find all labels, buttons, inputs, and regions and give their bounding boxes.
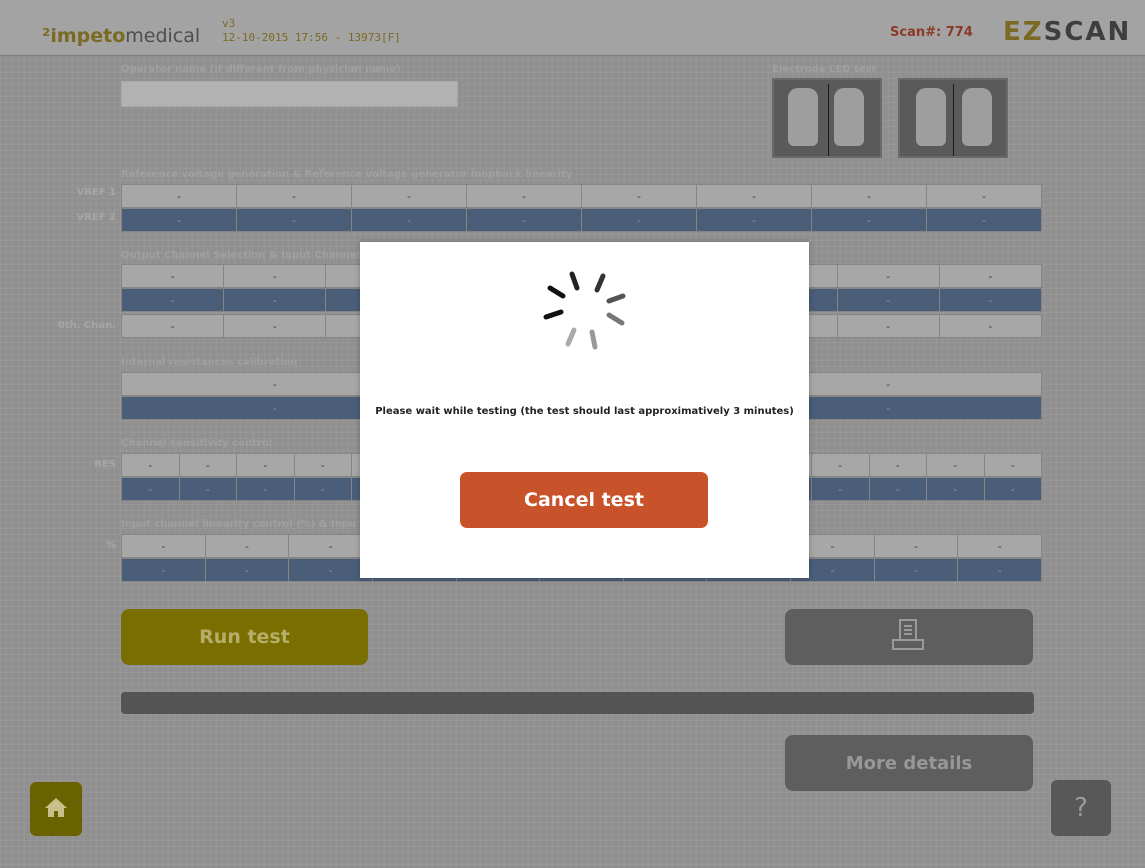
table-cell: -	[926, 208, 1042, 232]
testing-message: Please wait while testing (the test shou…	[375, 406, 794, 417]
impeto-logo: ²impetomedical	[42, 25, 201, 47]
table-cell: -	[351, 184, 467, 208]
table-cell: -	[581, 184, 697, 208]
table-cell: -	[223, 264, 327, 288]
table-cell: -	[581, 208, 697, 232]
table-cell: -	[236, 477, 295, 501]
electrode-hands-image[interactable]	[772, 78, 882, 158]
table-cell: -	[836, 264, 940, 288]
vref-section-label: Reference voltage generation & Reference…	[121, 169, 573, 180]
table-cell: -	[178, 477, 237, 501]
table-cell: -	[957, 558, 1043, 582]
right-foot-plate	[962, 88, 992, 146]
run-test-button[interactable]: Run test	[121, 609, 368, 665]
scan-counter: Scan#: 774	[890, 25, 973, 40]
table-cell: -	[926, 184, 1042, 208]
right-hand-plate	[834, 88, 864, 146]
table-cell: -	[811, 184, 927, 208]
table-cell: -	[873, 558, 959, 582]
scan-number: 774	[945, 25, 973, 40]
table-cell: -	[223, 314, 327, 338]
res-label: RES	[94, 459, 116, 470]
table-cell: -	[236, 453, 295, 477]
table-cell: -	[121, 184, 237, 208]
table-cell: -	[836, 288, 940, 312]
internal-resistances-label: Internal resistances calibration	[121, 357, 298, 368]
table-cell: -	[926, 453, 985, 477]
table-cell: -	[938, 288, 1042, 312]
table-cell: -	[236, 208, 352, 232]
table-cell: -	[938, 314, 1042, 338]
table-cell: -	[983, 453, 1042, 477]
percent-label: %	[105, 540, 116, 551]
table-cell: -	[466, 208, 582, 232]
operator-name-label: Operator name (if different from physici…	[121, 64, 401, 75]
vref1-row: - - - - - - - -	[121, 184, 1042, 208]
table-cell: -	[957, 534, 1043, 558]
table-cell: -	[836, 314, 940, 338]
table-cell: -	[121, 453, 180, 477]
loading-spinner-icon	[536, 256, 636, 356]
left-hand-plate	[788, 88, 818, 146]
print-button[interactable]	[785, 609, 1033, 665]
table-cell: -	[696, 208, 812, 232]
help-button[interactable]: ?	[1051, 780, 1111, 836]
table-cell: -	[121, 558, 206, 582]
table-cell: -	[938, 264, 1042, 288]
channel-sensitivity-label: Channel sensitivity control	[121, 438, 273, 449]
table-cell: -	[811, 453, 870, 477]
operator-name-field[interactable]	[121, 81, 458, 107]
home-button[interactable]	[30, 782, 82, 836]
table-cell: -	[868, 453, 927, 477]
cancel-test-button[interactable]: Cancel test	[460, 472, 708, 528]
version-info: v3 12-10-2015 17:56 - 13973[F]	[222, 17, 401, 45]
plate-divider	[953, 84, 954, 156]
oth-chan-label: 0th. Chan.	[57, 320, 116, 331]
table-cell: -	[983, 477, 1042, 501]
vref2-row: - - - - - - - -	[121, 208, 1042, 232]
electrode-feet-image[interactable]	[898, 78, 1008, 158]
table-cell: -	[178, 453, 237, 477]
test-progress-bar	[121, 692, 1034, 714]
ezscan-logo: EZSCAN	[1003, 17, 1132, 47]
table-cell: -	[293, 453, 352, 477]
printer-icon	[891, 618, 927, 656]
version-label: v3	[222, 17, 236, 30]
home-icon	[44, 796, 68, 822]
table-cell: -	[811, 208, 927, 232]
table-cell: -	[868, 477, 927, 501]
table-cell: -	[121, 477, 180, 501]
table-cell: -	[466, 184, 582, 208]
table-cell: -	[121, 534, 206, 558]
table-cell: -	[236, 184, 352, 208]
header-bar: ²impetomedical v3 12-10-2015 17:56 - 139…	[0, 0, 1145, 56]
table-cell: -	[121, 314, 225, 338]
table-cell: -	[121, 208, 237, 232]
table-cell: -	[351, 208, 467, 232]
left-foot-plate	[916, 88, 946, 146]
table-cell: -	[204, 558, 290, 582]
vref2-label: VREF 2	[76, 212, 116, 223]
output-channel-label: Output Channel Selection & Input Channel	[121, 250, 361, 261]
table-cell: -	[121, 264, 225, 288]
plate-divider	[828, 84, 829, 156]
table-cell: -	[223, 288, 327, 312]
electrode-led-test-label: Electrode LED test	[772, 64, 877, 75]
session-datetime: 12-10-2015 17:56 - 13973[F]	[222, 31, 401, 44]
table-cell: -	[873, 534, 959, 558]
scan-label: Scan#:	[890, 25, 942, 40]
table-cell: -	[926, 477, 985, 501]
table-cell: -	[121, 288, 225, 312]
vref1-label: VREF 1	[76, 187, 116, 198]
more-details-button[interactable]: More details	[785, 735, 1033, 791]
table-cell: -	[811, 477, 870, 501]
table-cell: -	[696, 184, 812, 208]
table-cell: -	[293, 477, 352, 501]
table-cell: -	[204, 534, 290, 558]
testing-modal-dialog: Please wait while testing (the test shou…	[360, 242, 809, 578]
input-linearity-label: Input channel linearity control (%) & In…	[121, 519, 357, 530]
